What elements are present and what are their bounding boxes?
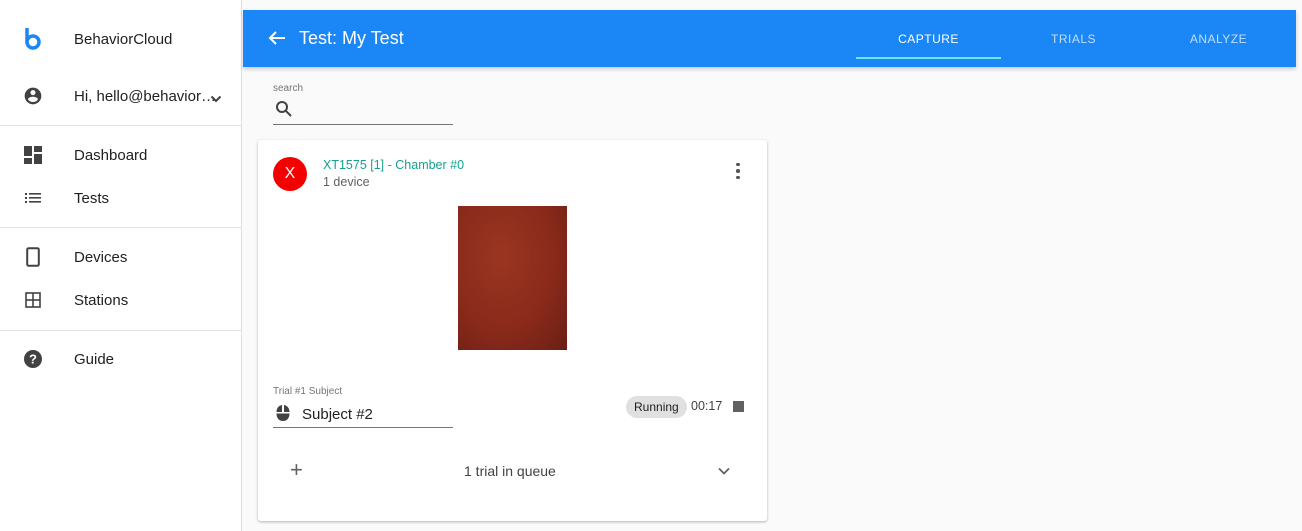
sidebar-item-dashboard[interactable]: Dashboard [0, 133, 242, 177]
more-vert-icon[interactable] [730, 159, 746, 183]
stop-icon[interactable] [733, 401, 744, 412]
sidebar-item-devices[interactable]: Devices [0, 235, 242, 279]
tab-trials[interactable]: TRIALS [1001, 10, 1146, 67]
page-title: Test: My Test [299, 28, 404, 48]
mouse-icon [275, 404, 291, 427]
tab-analyze[interactable]: ANALYZE [1146, 10, 1291, 67]
sidebar-item-label: Tests [74, 189, 110, 207]
elapsed-timer: 00:17 [691, 399, 723, 413]
trial-subject-label: Trial #1 Subject [273, 386, 343, 397]
sidebar-item-stations[interactable]: Stations [0, 278, 242, 322]
brand-name: BehaviorCloud [74, 30, 173, 48]
subject-value: Subject #2 [302, 406, 373, 423]
help-circle-icon: ? [22, 348, 44, 370]
search-input[interactable] [273, 97, 453, 125]
camera-preview [458, 206, 567, 350]
svg-text:?: ? [29, 352, 37, 367]
chevron-down-icon[interactable] [716, 463, 732, 479]
sidebar-item-label: Devices [74, 248, 128, 266]
add-trial-button[interactable]: + [290, 458, 310, 482]
list-icon [22, 187, 44, 209]
sidebar: BehaviorCloud Hi, hello@behavior… Dashbo… [0, 0, 242, 531]
grid-icon [22, 289, 44, 311]
sidebar-divider [0, 125, 242, 126]
chevron-down-icon[interactable] [210, 91, 222, 109]
brand[interactable]: BehaviorCloud [0, 17, 242, 61]
sidebar-item-label: Stations [74, 291, 129, 309]
account-menu[interactable]: Hi, hello@behavior… [0, 74, 242, 118]
chamber-title[interactable]: XT1575 [1] - Chamber #0 [323, 158, 464, 172]
sidebar-divider [0, 227, 242, 228]
app-bar: Test: My Test CAPTURE TRIALS ANALYZE [243, 10, 1296, 67]
avatar: X [273, 157, 307, 191]
sidebar-item-guide[interactable]: ? Guide [0, 337, 242, 381]
account-label: Hi, hello@behavior… [74, 87, 216, 105]
sidebar-divider [0, 330, 242, 331]
chamber-card: X XT1575 [1] - Chamber #0 1 device Trial… [258, 140, 767, 521]
queue-status: 1 trial in queue [464, 463, 556, 479]
behaviorcloud-logo-icon [22, 28, 44, 50]
search-label: search [273, 83, 304, 94]
subject-input[interactable]: Subject #2 [273, 400, 453, 428]
search-icon [275, 100, 293, 123]
dashboard-icon [22, 144, 44, 166]
sidebar-item-label: Dashboard [74, 146, 148, 164]
phone-device-icon [22, 246, 44, 268]
sidebar-item-tests[interactable]: Tests [0, 176, 242, 220]
device-count: 1 device [323, 175, 370, 189]
account-circle-icon [22, 85, 44, 107]
status-badge: Running [626, 396, 687, 418]
back-arrow-icon[interactable] [265, 26, 289, 50]
sidebar-item-label: Guide [74, 350, 115, 368]
tab-active-indicator [856, 57, 1001, 59]
